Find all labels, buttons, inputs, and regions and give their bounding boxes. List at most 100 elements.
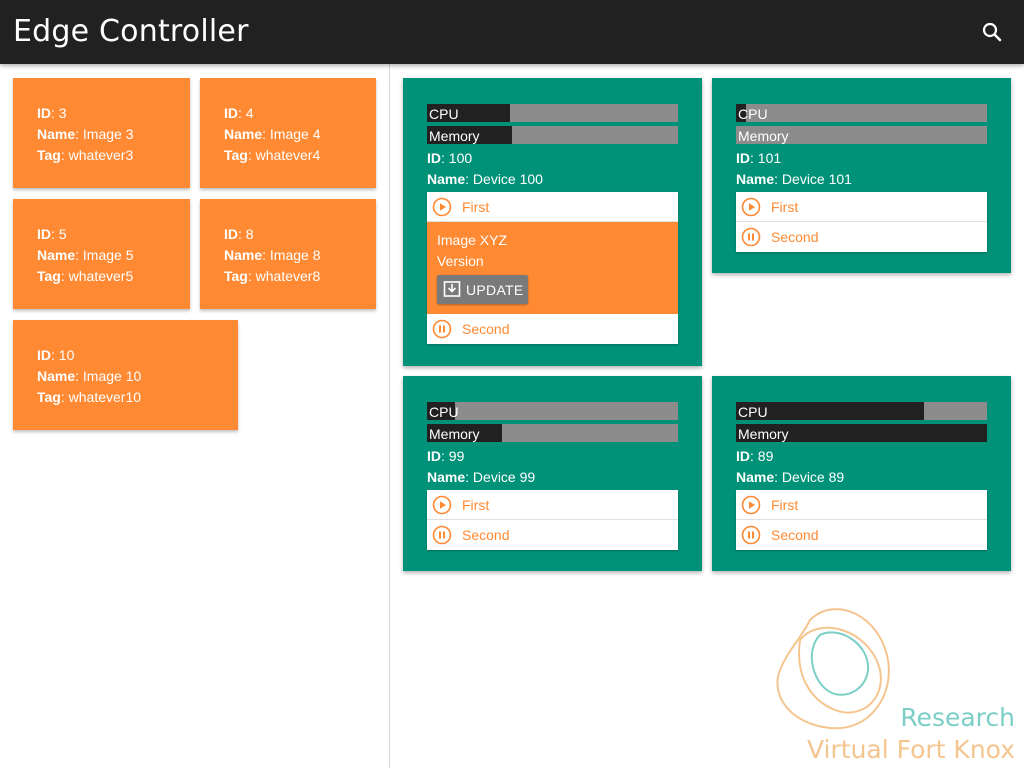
logo-line-research: Research [900,703,1015,732]
app-title: Edge Controller [13,14,249,49]
process-item[interactable]: Second [427,314,678,344]
cpu-meter: CPU [427,402,678,422]
cpu-meter: CPU [736,104,987,124]
image-list-panel: ID: 3 Name: Image 3 Tag: whatever3 ID: 4… [0,64,390,768]
name-label: Name [224,126,263,142]
image-id: 5 [58,226,67,242]
image-card[interactable]: ID: 4 Name: Image 4 Tag: whatever4 [200,78,376,188]
id-label: ID [736,448,750,464]
process-item[interactable]: Second [736,520,987,550]
id-label: ID [37,347,51,363]
memory-meter: Memory [427,424,678,444]
device-id: 101 [757,150,782,166]
process-item[interactable]: First [427,192,678,222]
id-label: ID [224,226,238,242]
device-name: Device 99 [472,469,536,485]
image-card[interactable]: ID: 5 Name: Image 5 Tag: whatever5 [13,199,190,309]
process-name: Second [771,229,819,245]
process-name: First [771,199,799,215]
logo-line-vfk: Virtual Fort Knox [806,735,1015,764]
image-card[interactable]: ID: 10 Name: Image 10 Tag: whatever10 [13,320,238,430]
name-label: Name [736,171,775,187]
name-label: Name [224,247,263,263]
search-icon[interactable] [976,16,1008,48]
image-name: Image 4 [269,126,321,142]
id-label: ID [37,105,51,121]
process-name: Second [771,527,819,543]
id-label: ID [37,226,51,242]
device-card: CPU Memory ID: 100 Name: Device 100 Firs… [403,78,702,366]
image-name: Image 5 [82,247,134,263]
name-label: Name [736,469,775,485]
device-id: 100 [448,150,473,166]
id-label: ID [427,150,441,166]
process-item[interactable]: First [427,490,678,520]
image-tag: whatever4 [255,147,321,163]
memory-label: Memory [738,128,789,144]
vfk-research-logo: Research Virtual Fort Knox [770,600,1024,768]
tag-label: Tag [224,147,248,163]
cpu-label: CPU [738,106,768,122]
device-id: 89 [757,448,774,464]
process-name: First [462,199,490,215]
image-name: Image 3 [82,126,134,142]
image-name: Image XYZ [437,232,508,248]
process-list: First Second [427,490,678,550]
update-label: UPDATE [466,282,524,298]
image-id: 3 [58,105,67,121]
image-tag: whatever3 [68,147,134,163]
process-item[interactable]: First [736,192,987,222]
process-list: First Second [736,192,987,252]
image-card[interactable]: ID: 8 Name: Image 8 Tag: whatever8 [200,199,376,309]
play-circle-icon[interactable] [432,197,452,217]
process-item[interactable]: Second [427,520,678,550]
download-icon [443,281,461,297]
image-version: Version [437,253,484,269]
process-name: Second [462,527,510,543]
pause-circle-icon[interactable] [741,227,761,247]
memory-label: Memory [738,426,789,442]
process-name: Second [462,321,510,337]
update-button[interactable]: UPDATE [437,275,528,304]
tag-label: Tag [37,268,61,284]
pause-circle-icon[interactable] [432,319,452,339]
process-name: First [771,497,799,513]
cpu-meter: CPU [736,402,987,422]
name-label: Name [37,247,76,263]
play-circle-icon[interactable] [741,495,761,515]
device-name: Device 100 [472,171,543,187]
memory-label: Memory [429,128,480,144]
device-id: 99 [448,448,465,464]
image-id: 10 [58,347,75,363]
id-label: ID [427,448,441,464]
id-label: ID [736,150,750,166]
memory-label: Memory [429,426,480,442]
device-name: Device 101 [781,171,852,187]
image-name: Image 8 [269,247,321,263]
memory-meter: Memory [427,126,678,146]
process-item[interactable]: Second [736,222,987,252]
device-card: CPU Memory ID: 99 Name: Device 99 First … [403,376,702,571]
play-circle-icon[interactable] [432,495,452,515]
memory-meter: Memory [736,424,987,444]
app-bar: Edge Controller [0,0,1024,64]
process-item[interactable]: First [736,490,987,520]
image-tag: whatever5 [68,268,134,284]
image-name: Image 10 [82,368,142,384]
tag-label: Tag [37,147,61,163]
image-tag: whatever8 [255,268,321,284]
process-list: First Second [736,490,987,550]
device-card: CPU Memory ID: 89 Name: Device 89 First … [712,376,1011,571]
device-card: CPU Memory ID: 101 Name: Device 101 Firs… [712,78,1011,273]
pause-circle-icon[interactable] [432,525,452,545]
name-label: Name [427,171,466,187]
id-label: ID [224,105,238,121]
image-id: 4 [245,105,254,121]
image-tag: whatever10 [68,389,142,405]
device-name: Device 89 [781,469,845,485]
play-circle-icon[interactable] [741,197,761,217]
pause-circle-icon[interactable] [741,525,761,545]
tag-label: Tag [224,268,248,284]
memory-meter: Memory [736,126,987,146]
image-card[interactable]: ID: 3 Name: Image 3 Tag: whatever3 [13,78,190,188]
